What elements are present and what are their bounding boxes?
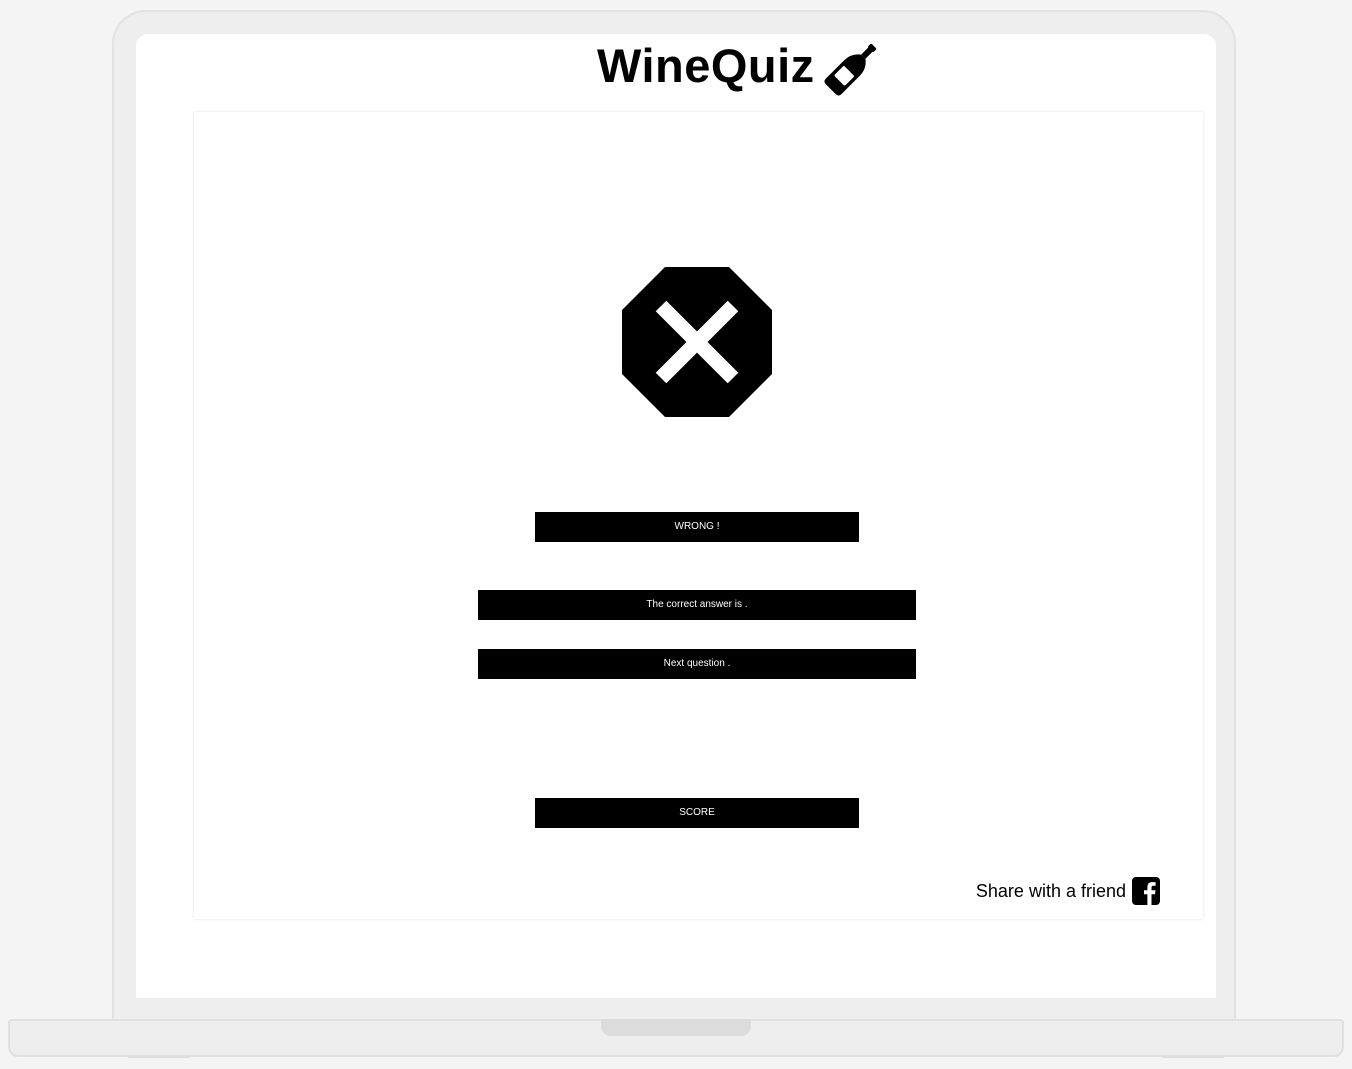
laptop-foot-right [1162, 1055, 1224, 1058]
next-question-button[interactable]: Next question . [478, 649, 916, 679]
result-card: WRONG ! The correct answer is . Next que… [194, 112, 1203, 919]
share-with-friend[interactable]: Share with a friend [976, 876, 1160, 906]
share-label: Share with a friend [975, 880, 1126, 901]
octagon-x-icon [622, 267, 772, 417]
laptop-notch [601, 1019, 751, 1036]
wrong-status-banner: WRONG ! [535, 512, 859, 542]
facebook-icon[interactable] [1132, 877, 1160, 905]
app-title: WineQuiz [597, 39, 815, 92]
wine-bottle-icon [824, 43, 877, 96]
correct-answer-button[interactable]: The correct answer is . [478, 590, 916, 620]
score-button[interactable]: SCORE [535, 798, 859, 828]
laptop-foot-left [128, 1055, 190, 1058]
